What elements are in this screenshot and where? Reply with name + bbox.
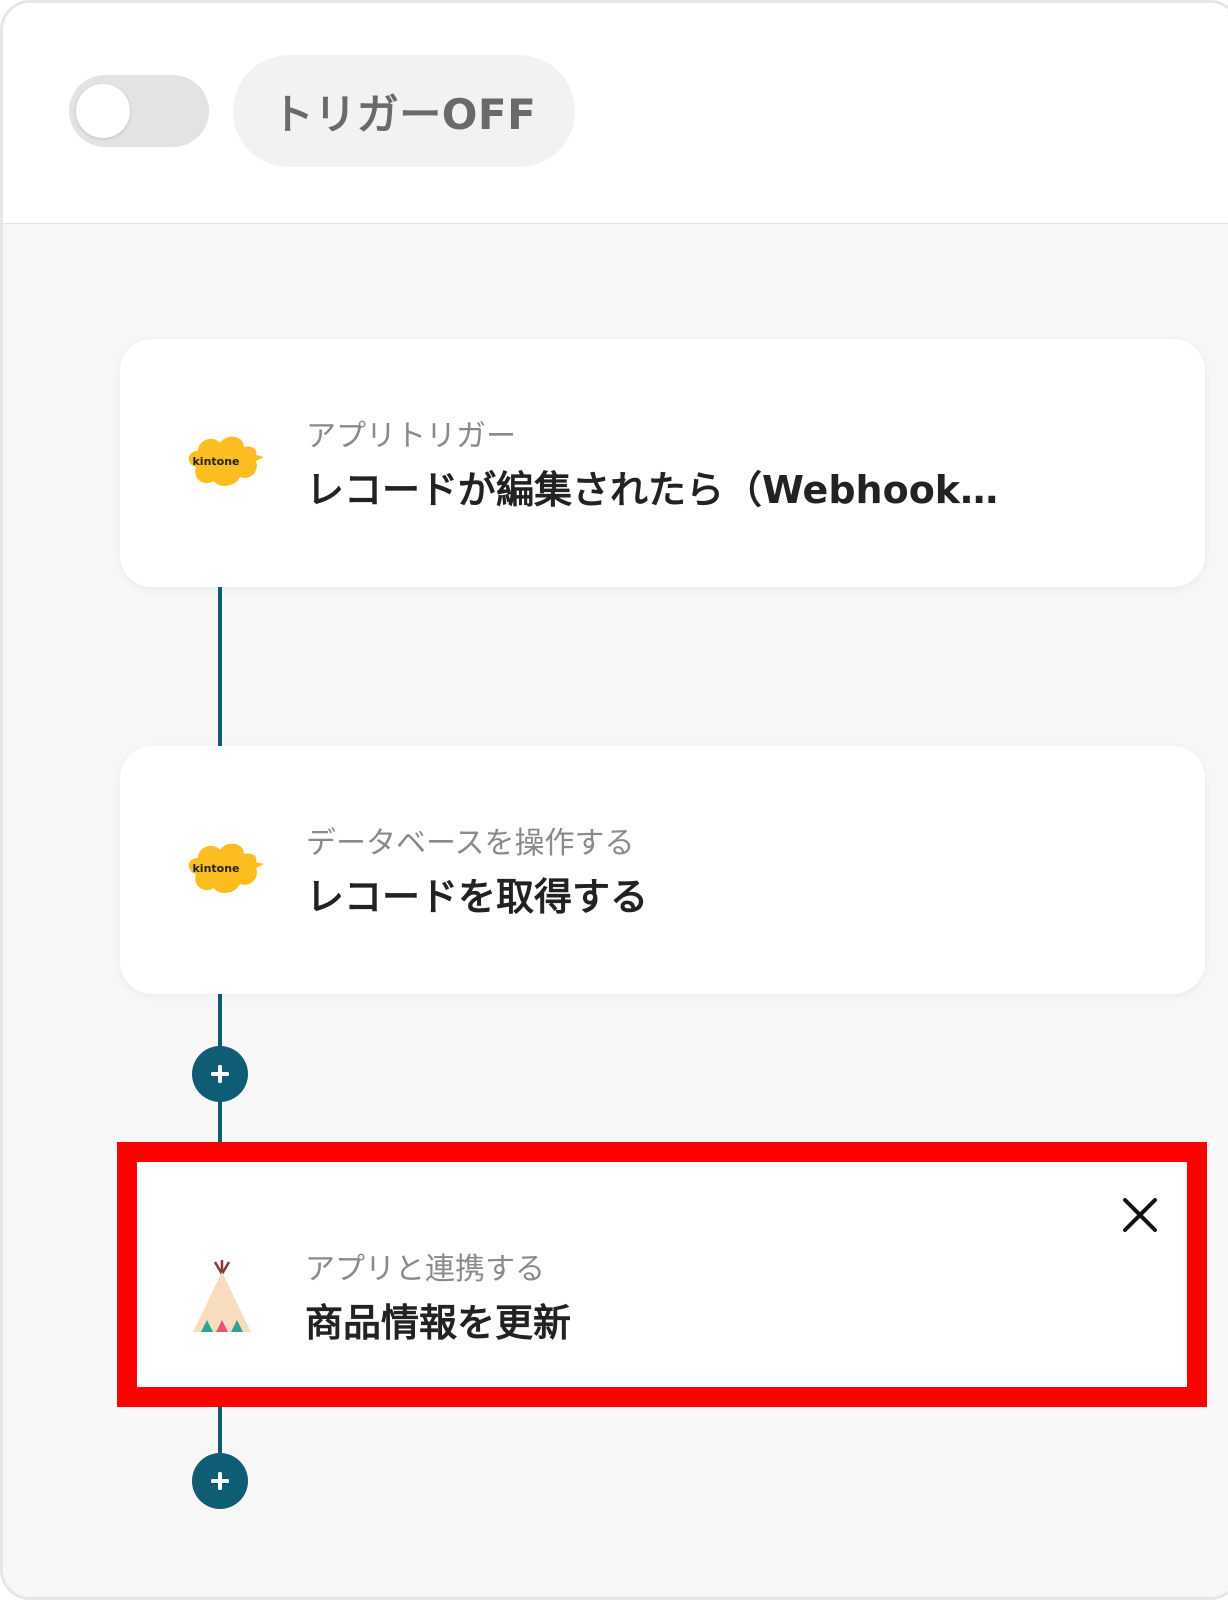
flow-header: トリガーOFF xyxy=(3,3,1228,225)
step-title: 商品情報を更新 xyxy=(305,1301,572,1345)
teepee-logo-icon xyxy=(193,1260,251,1332)
step-category: データベースを操作する xyxy=(306,826,635,861)
step-card-trigger[interactable]: kintone アプリトリガー レコードが編集されたら（Webhook… xyxy=(120,339,1205,587)
trigger-toggle[interactable] xyxy=(69,75,209,147)
add-step-button[interactable] xyxy=(192,1453,248,1509)
step-category: アプリトリガー xyxy=(306,419,516,454)
trigger-status-label: トリガーOFF xyxy=(233,55,575,167)
step-category: アプリと連携する xyxy=(305,1252,545,1287)
close-icon[interactable] xyxy=(1115,1190,1165,1240)
kintone-logo-icon: kintone xyxy=(188,436,264,486)
connector-line xyxy=(218,583,222,748)
svg-text:kintone: kintone xyxy=(192,455,239,468)
toggle-knob xyxy=(76,84,130,138)
step-title: レコードを取得する xyxy=(306,875,649,919)
step-card-database[interactable]: kintone データベースを操作する レコードを取得する xyxy=(120,746,1205,994)
step-title: レコードが編集されたら（Webhook… xyxy=(306,468,999,512)
plus-icon xyxy=(211,1065,229,1083)
flow-editor: トリガーOFF kintone アプリトリガー レコードが編集されたら（Webh… xyxy=(0,0,1228,1600)
svg-text:kintone: kintone xyxy=(192,862,239,875)
plus-icon xyxy=(211,1472,229,1490)
step-card-app-highlighted[interactable]: アプリと連携する 商品情報を更新 xyxy=(117,1142,1207,1407)
add-step-button[interactable] xyxy=(192,1046,248,1102)
kintone-logo-icon: kintone xyxy=(188,843,264,893)
